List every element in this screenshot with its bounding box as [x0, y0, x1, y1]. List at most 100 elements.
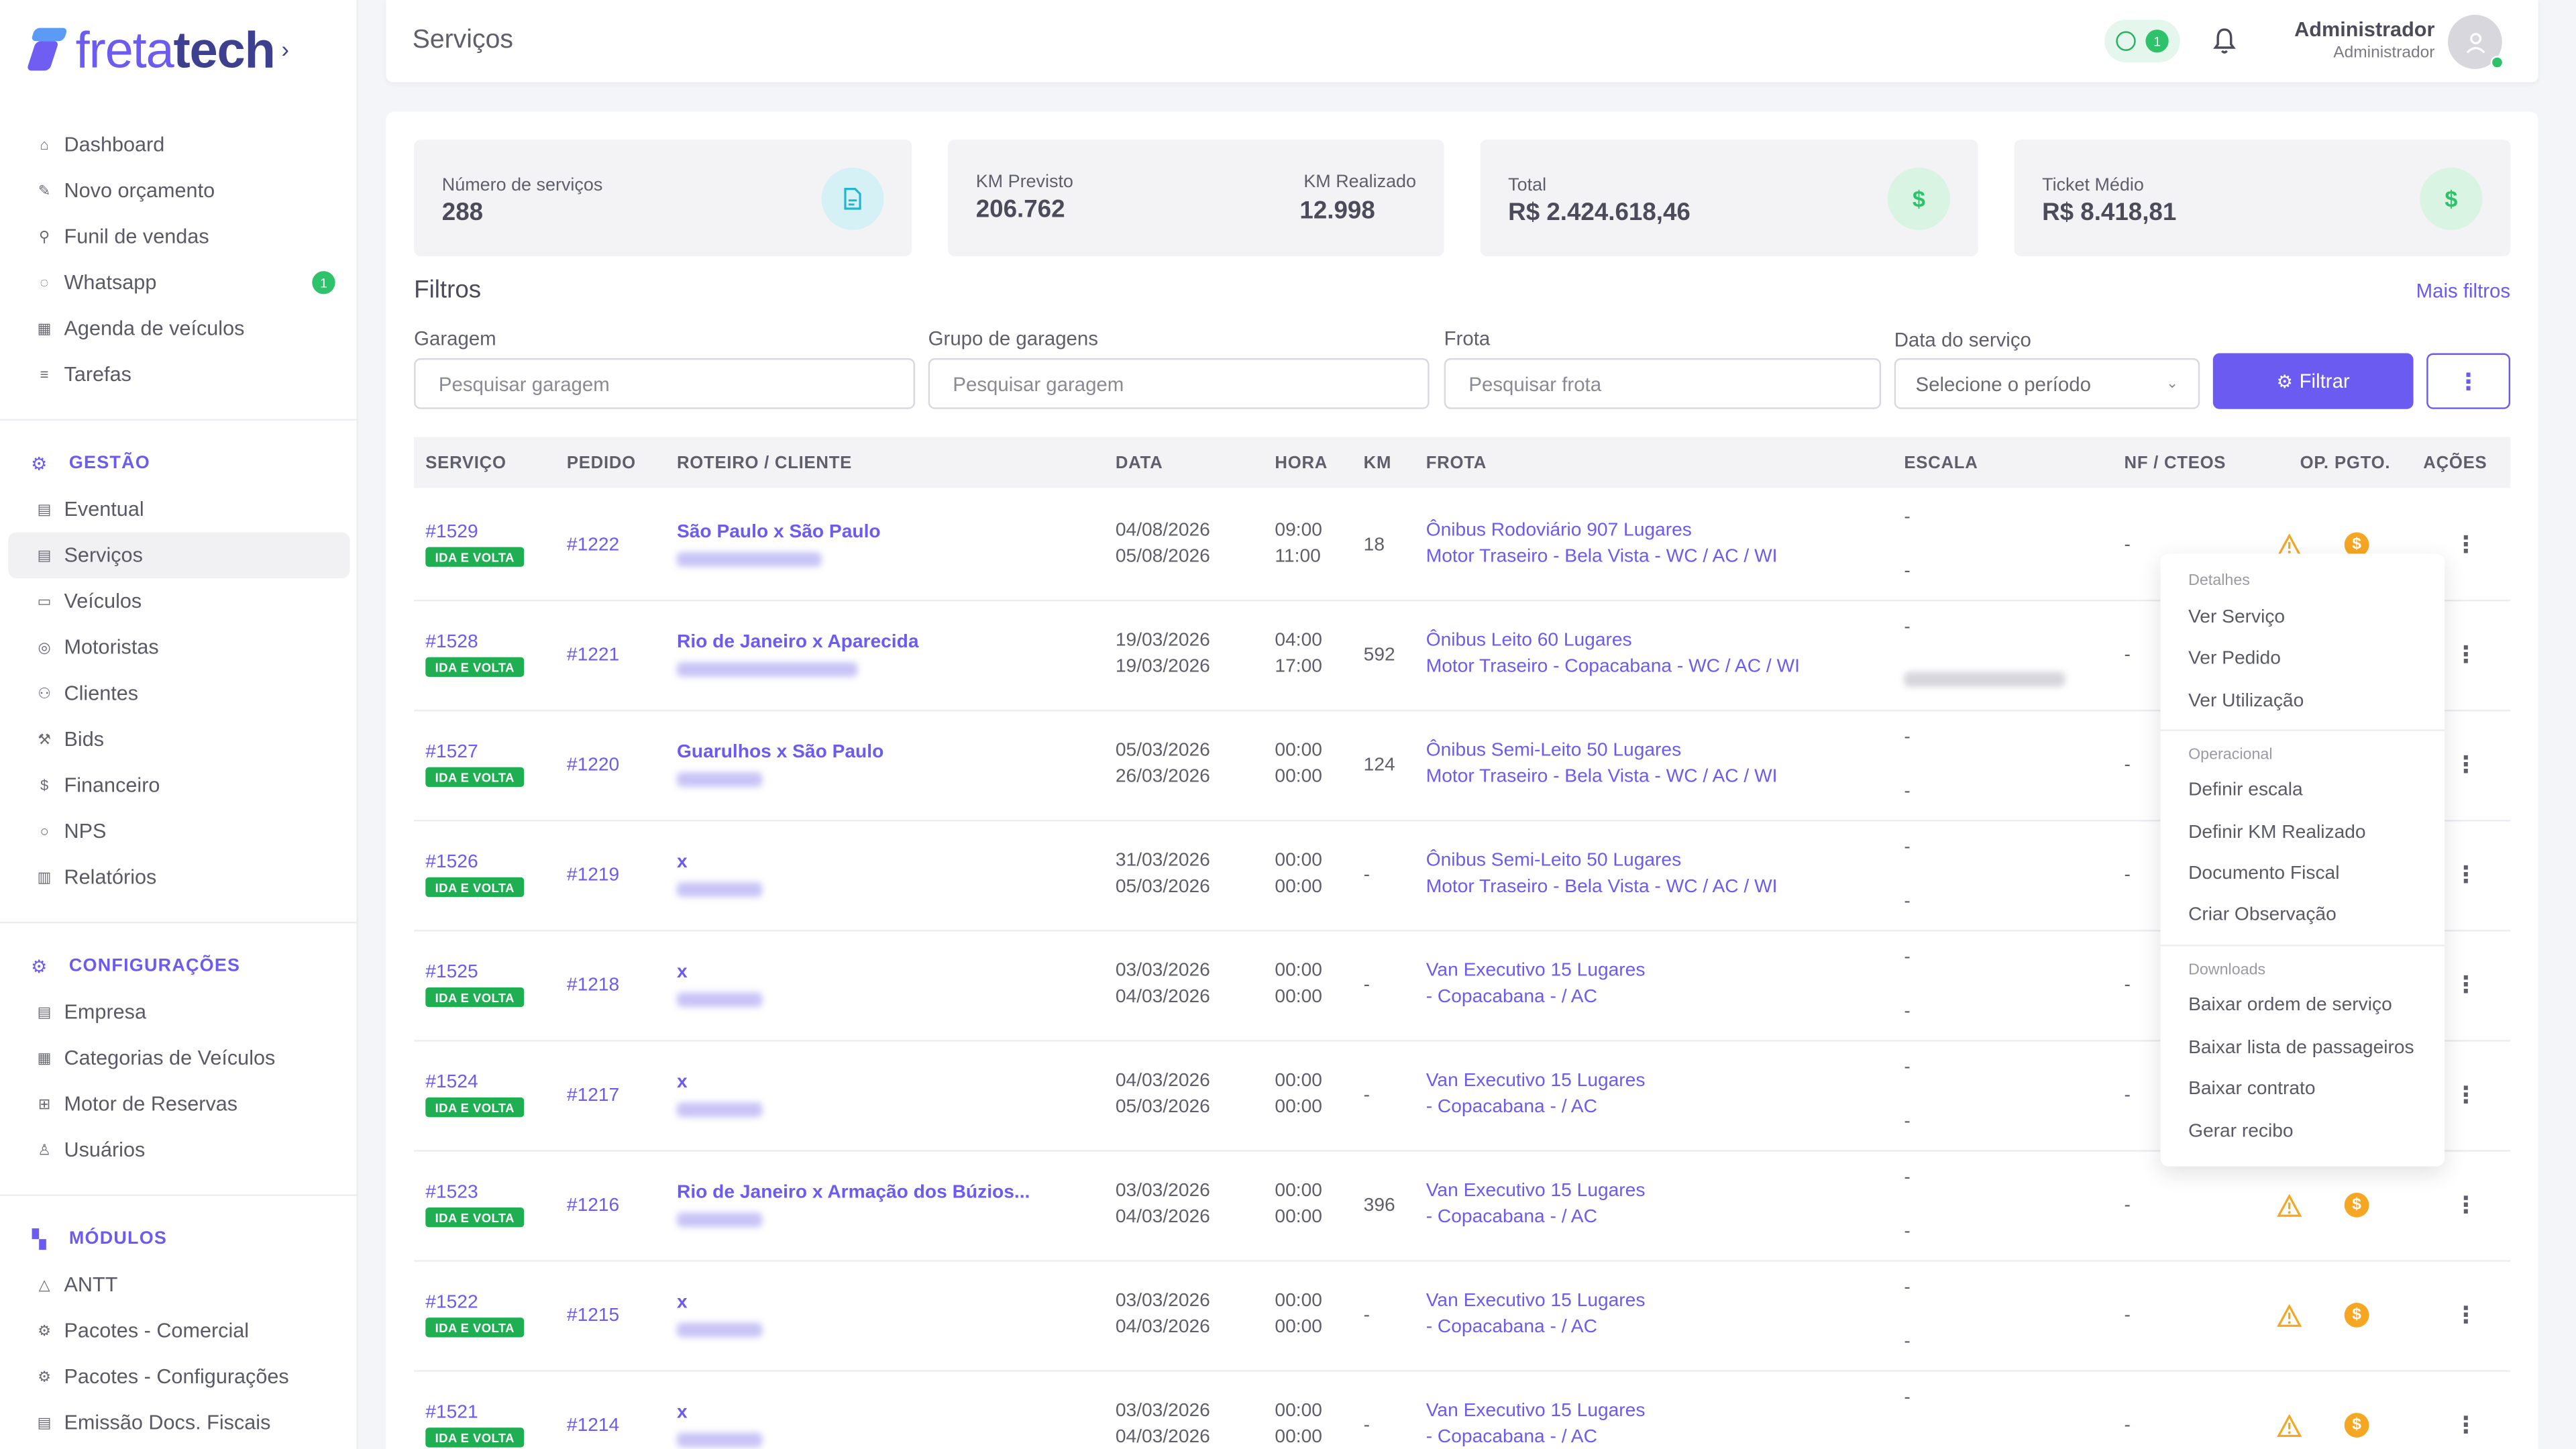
table-row[interactable]: #1522 IDA E VOLTA #1215 x 03/03/2026 04/03/20… — [414, 1262, 2511, 1372]
brand-logo[interactable]: fretatech › — [26, 19, 289, 78]
order-id-link[interactable]: #1217 — [567, 1086, 619, 1106]
row-actions-kebab-icon[interactable]: ⋮ — [2455, 1301, 2477, 1330]
route-name-link[interactable]: São Paulo x São Paulo — [677, 523, 881, 542]
service-id-link[interactable]: #1522 — [425, 1293, 478, 1312]
sidebar-item-emiss-o-docs-fiscais[interactable]: ▤ Emissão Docs. Fiscais — [8, 1400, 350, 1446]
sidebar-item-financeiro[interactable]: $ Financeiro — [8, 762, 350, 808]
menu-item-baixar-contrato[interactable]: Baixar contrato — [2188, 1079, 2315, 1099]
route-name-link[interactable]: x — [677, 853, 688, 872]
fleet-details[interactable]: - Copacabana - / AC — [1426, 1097, 1597, 1117]
order-id-link[interactable]: #1220 — [567, 756, 619, 775]
more-filters-link[interactable]: Mais filtros — [2416, 279, 2510, 302]
column-header[interactable]: AÇÕES — [2423, 453, 2487, 473]
fleet-details[interactable]: - Copacabana - / AC — [1426, 987, 1597, 1007]
column-header[interactable]: DATA — [1116, 453, 1163, 473]
row-actions-kebab-icon[interactable]: ⋮ — [2455, 1191, 2477, 1220]
row-actions-kebab-icon[interactable]: ⋮ — [2455, 1411, 2477, 1440]
order-id-link[interactable]: #1216 — [567, 1196, 619, 1216]
sidebar-item-motor-de-reservas[interactable]: ⊞ Motor de Reservas — [8, 1081, 350, 1127]
payment-status-icon[interactable]: $ — [2344, 1192, 2369, 1218]
bell-icon[interactable] — [2211, 26, 2237, 56]
sidebar-item-categorias-de-ve-culos[interactable]: ▦ Categorias de Veículos — [8, 1035, 350, 1081]
column-header[interactable]: ROTEIRO / CLIENTE — [677, 453, 852, 473]
more-options-button[interactable]: ⋮ — [2426, 353, 2511, 409]
route-name-link[interactable]: x — [677, 1293, 688, 1312]
service-id-link[interactable]: #1528 — [425, 633, 478, 652]
sidebar-item-antt[interactable]: △ ANTT — [8, 1262, 350, 1308]
row-actions-kebab-icon[interactable]: ⋮ — [2455, 861, 2477, 889]
service-id-link[interactable]: #1527 — [425, 743, 478, 762]
payment-status-icon[interactable]: $ — [2344, 1413, 2369, 1438]
service-id-link[interactable]: #1525 — [425, 963, 478, 982]
service-id-link[interactable]: #1523 — [425, 1183, 478, 1202]
row-actions-kebab-icon[interactable]: ⋮ — [2455, 751, 2477, 779]
fleet-vehicle-link[interactable]: Ônibus Semi-Leito 50 Lugares — [1426, 741, 1681, 760]
data-servico-select[interactable]: Selecione o período ⌄ — [1894, 358, 2200, 409]
service-id-link[interactable]: #1529 — [425, 523, 478, 542]
order-id-link[interactable]: #1218 — [567, 976, 619, 996]
avatar[interactable] — [2448, 15, 2504, 69]
route-name-link[interactable]: Guarulhos x São Paulo — [677, 743, 883, 762]
garagem-input[interactable]: Pesquisar garagem — [414, 358, 916, 409]
sidebar-item-bids[interactable]: ⚒ Bids — [8, 716, 350, 763]
sidebar-item-whatsapp[interactable]: ◌ Whatsapp 1 — [8, 260, 350, 306]
table-row[interactable]: #1523 IDA E VOLTA #1216 Rio de Janeiro x Ar… — [414, 1152, 2511, 1262]
route-name-link[interactable]: x — [677, 1073, 688, 1092]
row-actions-kebab-icon[interactable]: ⋮ — [2455, 1081, 2477, 1109]
fleet-vehicle-link[interactable]: Van Executivo 15 Lugares — [1426, 1291, 1646, 1311]
menu-item-documento-fiscal[interactable]: Documento Fiscal — [2188, 864, 2339, 883]
order-id-link[interactable]: #1214 — [567, 1416, 619, 1436]
menu-item-baixar-os[interactable]: Baixar ordem de serviço — [2188, 996, 2392, 1015]
route-name-link[interactable]: x — [677, 963, 688, 982]
sidebar-item-nps[interactable]: ○ NPS — [8, 808, 350, 855]
service-id-link[interactable]: #1521 — [425, 1403, 478, 1422]
menu-item-ver-servico[interactable]: Ver Serviço — [2188, 608, 2285, 627]
warning-icon[interactable] — [2277, 1414, 2302, 1438]
row-actions-kebab-icon[interactable]: ⋮ — [2455, 531, 2477, 559]
service-id-link[interactable]: #1526 — [425, 853, 478, 872]
sidebar-item-empresa[interactable]: ▤ Empresa — [8, 989, 350, 1035]
chevron-right-icon[interactable]: › — [281, 36, 288, 62]
warning-icon[interactable] — [2277, 1194, 2302, 1217]
menu-item-ver-utilizacao[interactable]: Ver Utilização — [2188, 692, 2304, 711]
fleet-details[interactable]: Motor Traseiro - Bela Vista - WC / AC / … — [1426, 877, 1778, 897]
row-actions-kebab-icon[interactable]: ⋮ — [2455, 641, 2477, 669]
route-name-link[interactable]: Rio de Janeiro x Armação dos Búzios... — [677, 1183, 1030, 1202]
sidebar-item-usu-rios[interactable]: ♙ Usuários — [8, 1127, 350, 1173]
fleet-vehicle-link[interactable]: Van Executivo 15 Lugares — [1426, 1071, 1646, 1091]
filter-button[interactable]: ⚙ Filtrar — [2212, 353, 2414, 409]
fleet-details[interactable]: Motor Traseiro - Bela Vista - WC / AC / … — [1426, 767, 1778, 787]
sidebar-item-dashboard[interactable]: ⌂ Dashboard — [8, 121, 350, 168]
route-name-link[interactable]: Rio de Janeiro x Aparecida — [677, 633, 919, 652]
fleet-details[interactable]: Motor Traseiro - Copacabana - WC / AC / … — [1426, 657, 1800, 677]
column-header[interactable]: PEDIDO — [567, 453, 636, 473]
sidebar-item-eventual[interactable]: ▤ Eventual — [8, 486, 350, 533]
row-actions-kebab-icon[interactable]: ⋮ — [2455, 971, 2477, 999]
grupo-garagens-input[interactable]: Pesquisar garagem — [928, 358, 1430, 409]
fleet-vehicle-link[interactable]: Ônibus Semi-Leito 50 Lugares — [1426, 851, 1681, 871]
route-name-link[interactable]: x — [677, 1403, 688, 1422]
warning-icon[interactable] — [2277, 1304, 2302, 1328]
sidebar-item-pacotes-comercial[interactable]: ⚙ Pacotes - Comercial — [8, 1307, 350, 1354]
fleet-details[interactable]: Motor Traseiro - Bela Vista - WC / AC / … — [1426, 547, 1778, 567]
menu-item-gerar-recibo[interactable]: Gerar recibo — [2188, 1122, 2294, 1142]
menu-item-ver-pedido[interactable]: Ver Pedido — [2188, 649, 2281, 668]
fleet-vehicle-link[interactable]: Van Executivo 15 Lugares — [1426, 961, 1646, 981]
order-id-link[interactable]: #1221 — [567, 645, 619, 665]
fleet-vehicle-link[interactable]: Van Executivo 15 Lugares — [1426, 1401, 1646, 1421]
sidebar-item-novo-or-amento[interactable]: ✎ Novo orçamento — [8, 168, 350, 214]
fleet-details[interactable]: - Copacabana - / AC — [1426, 1318, 1597, 1337]
column-header[interactable]: PGTO. — [2334, 453, 2390, 473]
column-header[interactable]: SERVIÇO — [425, 453, 506, 473]
sidebar-item-relat-rios[interactable]: ▥ Relatórios — [8, 854, 350, 900]
service-id-link[interactable]: #1524 — [425, 1073, 478, 1092]
sidebar-item-ve-culos[interactable]: ▭ Veículos — [8, 578, 350, 625]
fleet-details[interactable]: - Copacabana - / AC — [1426, 1208, 1597, 1227]
menu-item-baixar-lista[interactable]: Baixar lista de passageiros — [2188, 1038, 2414, 1058]
sidebar-item-clientes[interactable]: ⚇ Clientes — [8, 670, 350, 716]
user-name[interactable]: Administrador — [2294, 18, 2434, 41]
column-header[interactable]: KM — [1364, 453, 1391, 473]
fleet-vehicle-link[interactable]: Van Executivo 15 Lugares — [1426, 1181, 1646, 1201]
order-id-link[interactable]: #1215 — [567, 1306, 619, 1326]
fleet-vehicle-link[interactable]: Ônibus Leito 60 Lugares — [1426, 631, 1632, 650]
